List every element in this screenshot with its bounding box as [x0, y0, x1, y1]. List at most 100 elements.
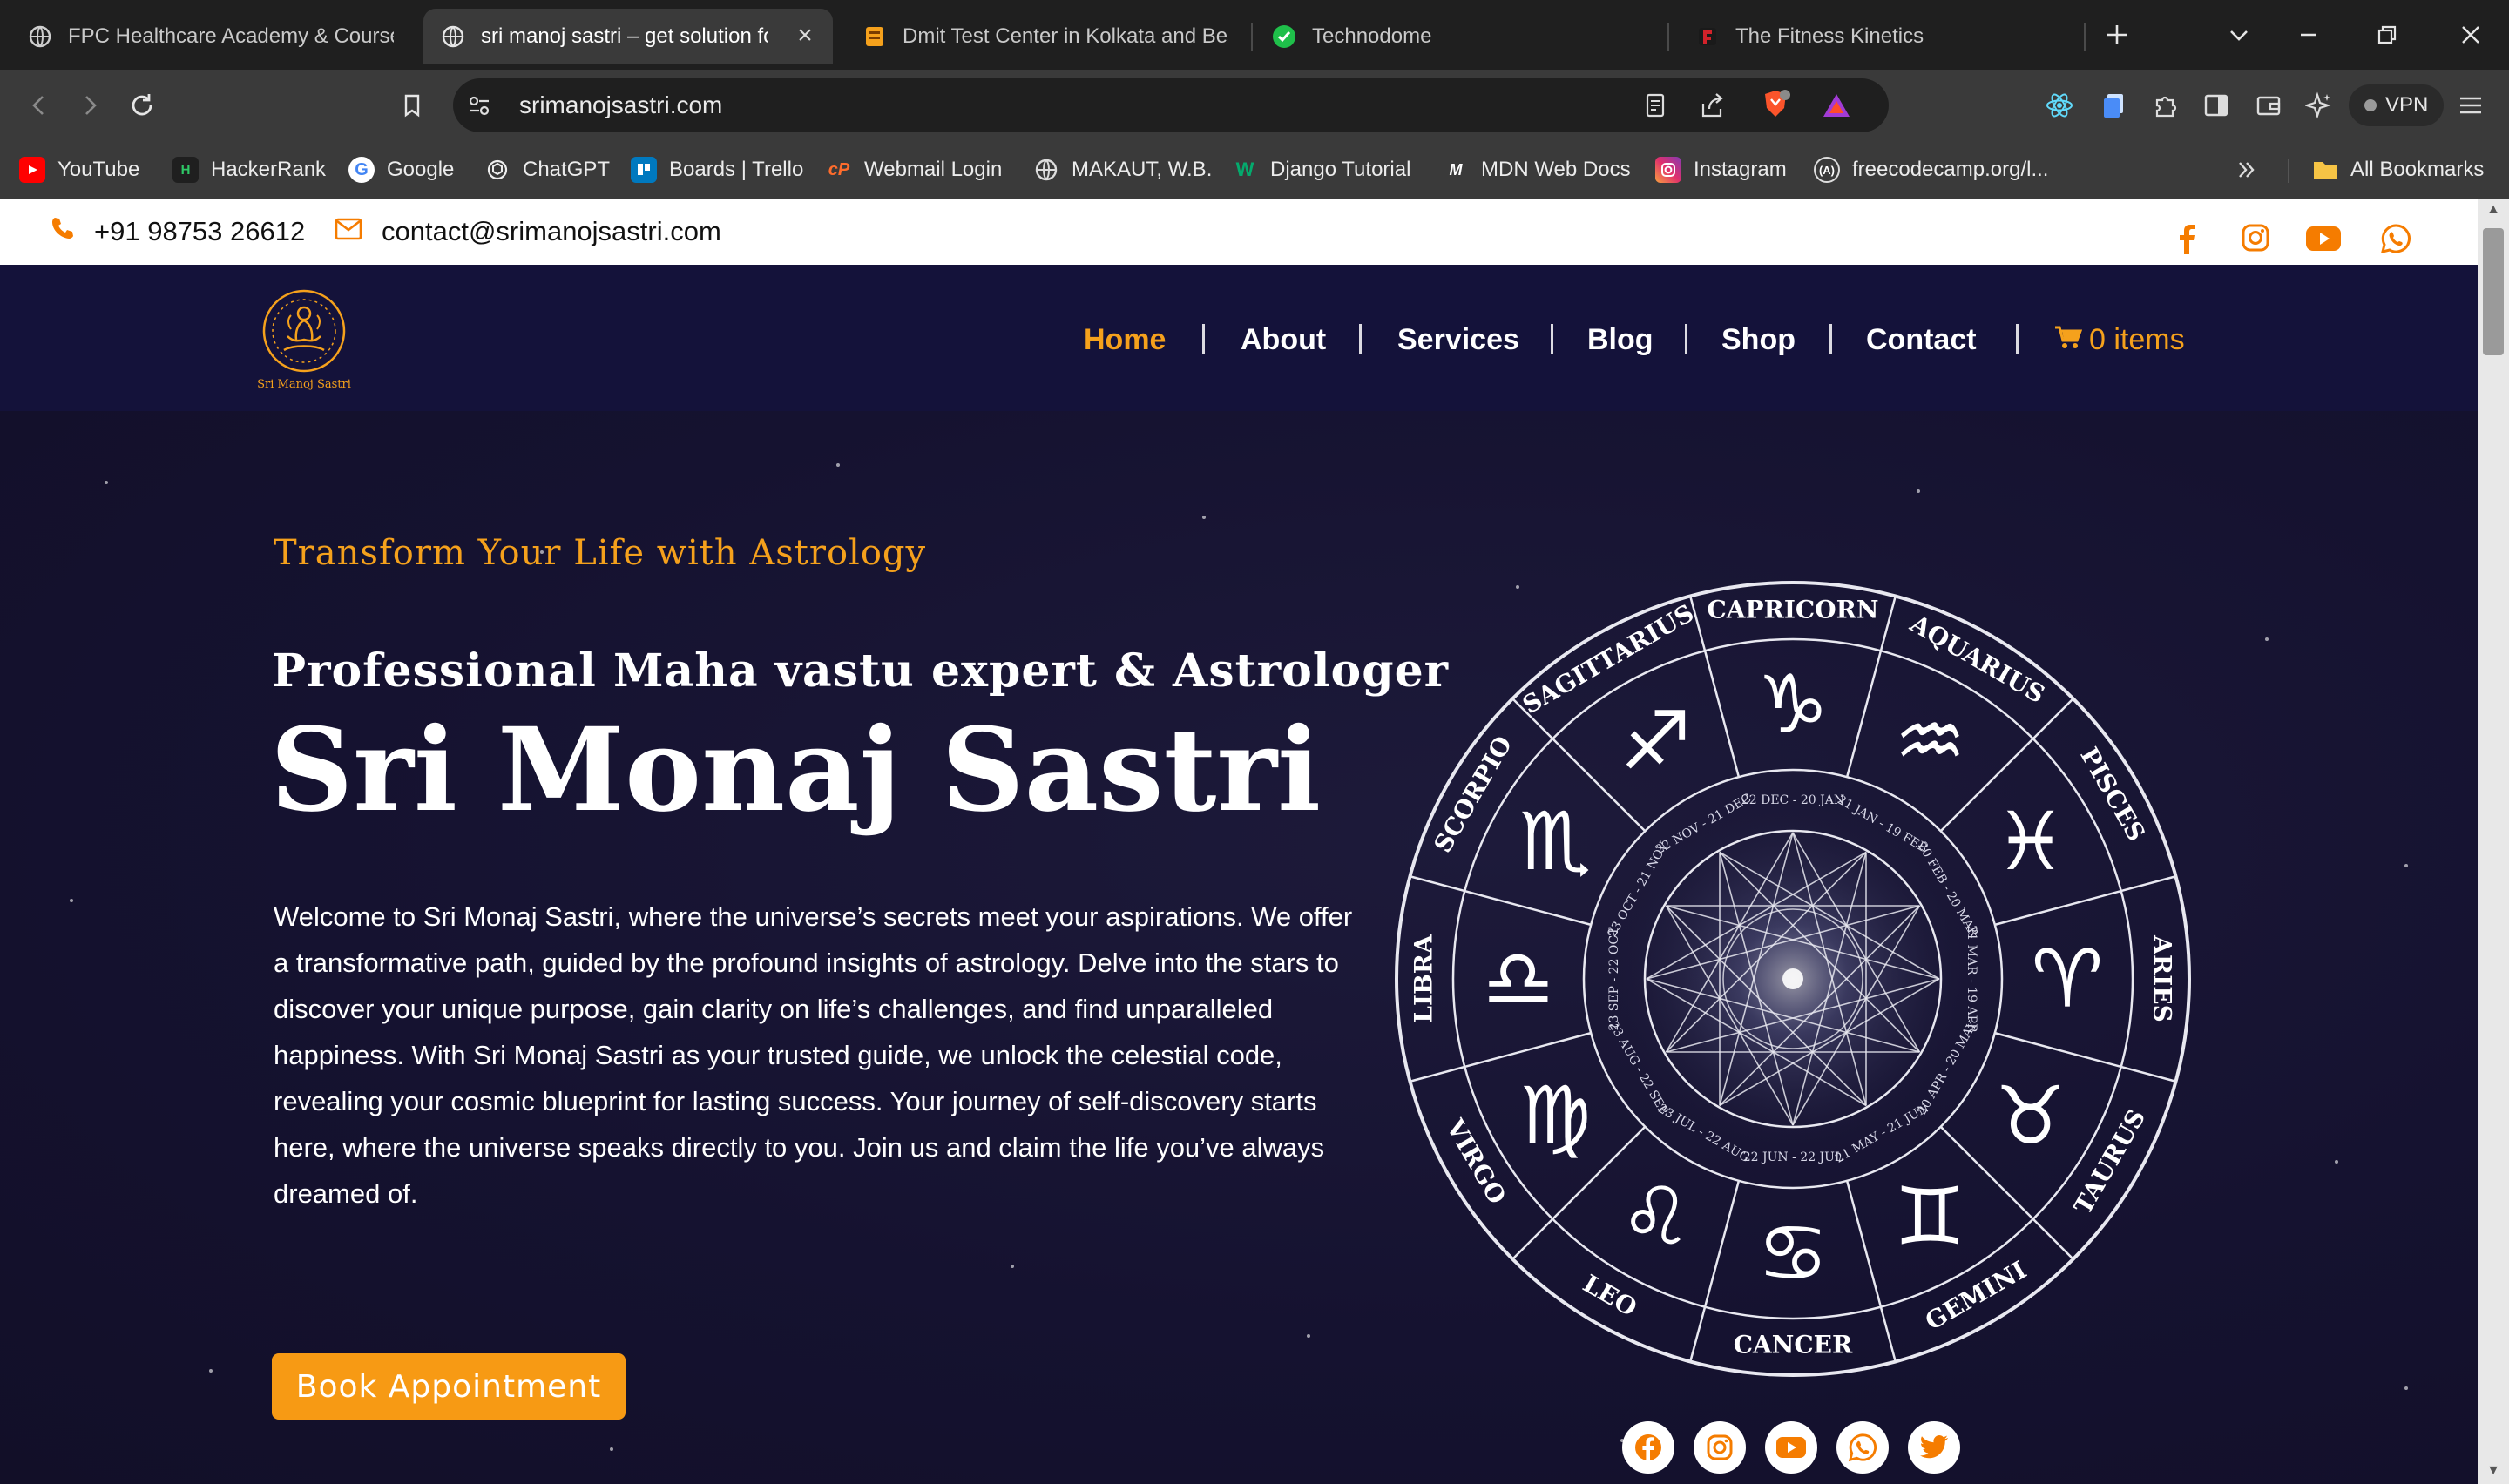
bookmark-freecodecamp[interactable]: (A) freecodecamp.org/l... [1814, 150, 2048, 190]
reload-button[interactable] [120, 84, 164, 127]
hero-whatsapp-icon[interactable] [1836, 1421, 1889, 1474]
tab-srimanojsastri[interactable]: sri manoj sastri – get solution fo × [423, 9, 833, 64]
brave-rewards-icon[interactable] [1817, 86, 1856, 125]
cart-count: 0 items [2089, 323, 2185, 356]
hero-subtitle: Professional Maha vastu expert & Astrolo… [272, 644, 1450, 698]
zodiac-symbol: ♋ [1757, 1207, 1829, 1300]
tab-dmit-test-center[interactable]: Dmit Test Center in Kolkata and Bes [845, 9, 1246, 64]
bookmark-label: MAKAUT, W.B. [1072, 158, 1213, 181]
nav-separator [1551, 324, 1553, 354]
book-appointment-button[interactable]: Book Appointment [272, 1353, 626, 1420]
phone-number: +91 98753 26612 [94, 216, 306, 246]
react-devtools-icon[interactable] [2040, 86, 2079, 125]
wheel-divider [1689, 1180, 1741, 1362]
cart-link[interactable]: 0 items [2054, 319, 2185, 361]
tab-title: sri manoj sastri – get solution fo [481, 24, 768, 48]
instagram-icon[interactable] [2241, 223, 2276, 258]
youtube-icon[interactable] [2305, 225, 2343, 256]
zodiac-symbol: ♑ [1757, 658, 1829, 752]
phone-contact[interactable]: +91 98753 26612 [49, 199, 305, 265]
scrollbar-thumb[interactable] [2483, 228, 2504, 355]
nav-contact[interactable]: Contact [1866, 319, 1977, 361]
zodiac-date-label: 23 SEP - 22 OCT [1607, 927, 1621, 1031]
zodiac-symbol: ♎ [1483, 933, 1554, 1026]
tab-search-chevron-icon[interactable] [2213, 12, 2265, 57]
wheel-divider [1845, 1180, 1897, 1362]
whatsapp-icon[interactable] [2380, 223, 2415, 258]
share-icon[interactable] [1694, 86, 1732, 125]
email-contact[interactable]: contact@srimanojsastri.com [335, 199, 721, 265]
cpanel-icon: cP [828, 159, 850, 179]
sidebar-toggle-icon[interactable] [2197, 86, 2235, 125]
tab-separator [1251, 23, 1253, 51]
close-window-button[interactable] [2445, 12, 2497, 57]
bookmark-chatgpt[interactable]: ChatGPT [484, 150, 610, 190]
globe-icon [1033, 157, 1059, 183]
restore-button[interactable] [2361, 12, 2413, 57]
hero-title: Sri Monaj Sastri [270, 703, 1322, 838]
bookmark-label: freecodecamp.org/l... [1852, 158, 2049, 181]
zodiac-date-label: 22 JUN - 22 JUL [1743, 1150, 1843, 1164]
forward-button[interactable] [68, 84, 112, 127]
bookmark-mdn[interactable]: M MDN Web Docs [1443, 150, 1631, 190]
tab-fitness-kinetics[interactable]: The Fitness Kinetics [1678, 9, 2061, 64]
globe-icon [441, 24, 465, 49]
zodiac-symbol: ♍ [1519, 1069, 1591, 1163]
tab-technodome[interactable]: Technodome [1254, 9, 1638, 64]
tab-fpc-healthcare[interactable]: FPC Healthcare Academy & Courses [10, 9, 411, 64]
vpn-label: VPN [2385, 93, 2429, 117]
bookmark-page-icon[interactable] [390, 84, 434, 127]
zodiac-name-label: CANCER [1734, 1331, 1853, 1359]
reader-mode-icon[interactable] [1636, 86, 1674, 125]
page-scrollbar[interactable] [2478, 199, 2509, 1484]
hero-instagram-icon[interactable] [1694, 1421, 1746, 1474]
nav-shop[interactable]: Shop [1721, 319, 1796, 361]
close-tab-icon[interactable]: × [793, 23, 817, 49]
bookmark-makaut[interactable]: MAKAUT, W.B. [1033, 150, 1212, 190]
extensions-puzzle-icon[interactable] [2147, 86, 2185, 125]
bookmark-webmail[interactable]: cP Webmail Login [826, 150, 1003, 190]
vpn-button[interactable]: VPN [2349, 84, 2445, 126]
bookmark-instagram[interactable]: Instagram [1655, 150, 1787, 190]
hero-twitter-icon[interactable] [1908, 1421, 1960, 1474]
bookmark-youtube[interactable]: YouTube [19, 150, 139, 190]
url-text[interactable]: srimanojsastri.com [519, 87, 722, 124]
hero-facebook-icon[interactable] [1622, 1421, 1674, 1474]
bookmark-label: Webmail Login [864, 158, 1003, 181]
bookmark-django-tutorial[interactable]: W Django Tutorial [1232, 150, 1411, 190]
extension-docs-icon[interactable] [2094, 86, 2133, 125]
nav-separator [1202, 324, 1205, 354]
zodiac-symbol: ♊ [1894, 1170, 1965, 1263]
nav-separator [1685, 324, 1687, 354]
scroll-up-arrow-icon[interactable]: ▲ [2485, 202, 2502, 219]
all-bookmarks-folder[interactable]: All Bookmarks [2312, 150, 2484, 190]
bookmark-trello[interactable]: Boards | Trello [631, 150, 803, 190]
bookmark-google[interactable]: G Google [348, 150, 454, 190]
back-button[interactable] [17, 84, 61, 127]
hero-youtube-icon[interactable] [1765, 1421, 1817, 1474]
bookmark-hackerrank[interactable]: H HackerRank [172, 150, 326, 190]
new-tab-button[interactable] [2091, 12, 2143, 57]
zodiac-name-label: ARIES [2148, 934, 2177, 1022]
nav-separator [2016, 324, 2019, 354]
zodiac-wheel-image: CAPRICORN♑22 DEC - 20 JANAQUARIUS♒21 JAN… [1395, 581, 2191, 1377]
zodiac-name-label: PISCES [2074, 743, 2151, 847]
zodiac-name-label: LIBRA [1410, 934, 1438, 1023]
minimize-button[interactable] [2282, 12, 2335, 57]
wallet-icon[interactable] [2249, 86, 2288, 125]
site-logo[interactable]: Sri Manoj Sastri [249, 284, 359, 395]
menu-icon[interactable] [2452, 86, 2490, 125]
nav-home[interactable]: Home [1084, 319, 1166, 361]
brave-shields-icon[interactable] [1756, 84, 1795, 123]
facebook-icon[interactable] [2173, 223, 2208, 258]
site-settings-icon[interactable] [460, 86, 498, 125]
leo-ai-icon[interactable] [2300, 86, 2338, 125]
bookmark-label: Instagram [1694, 158, 1787, 181]
more-bookmarks-chevron-icon[interactable] [2235, 150, 2258, 190]
bookmark-label: All Bookmarks [2350, 158, 2485, 181]
nav-services[interactable]: Services [1397, 319, 1519, 361]
zodiac-symbol: ♈ [2032, 933, 2103, 1026]
nav-blog[interactable]: Blog [1587, 319, 1654, 361]
scroll-down-arrow-icon[interactable]: ▼ [2485, 1463, 2502, 1481]
nav-about[interactable]: About [1241, 319, 1326, 361]
